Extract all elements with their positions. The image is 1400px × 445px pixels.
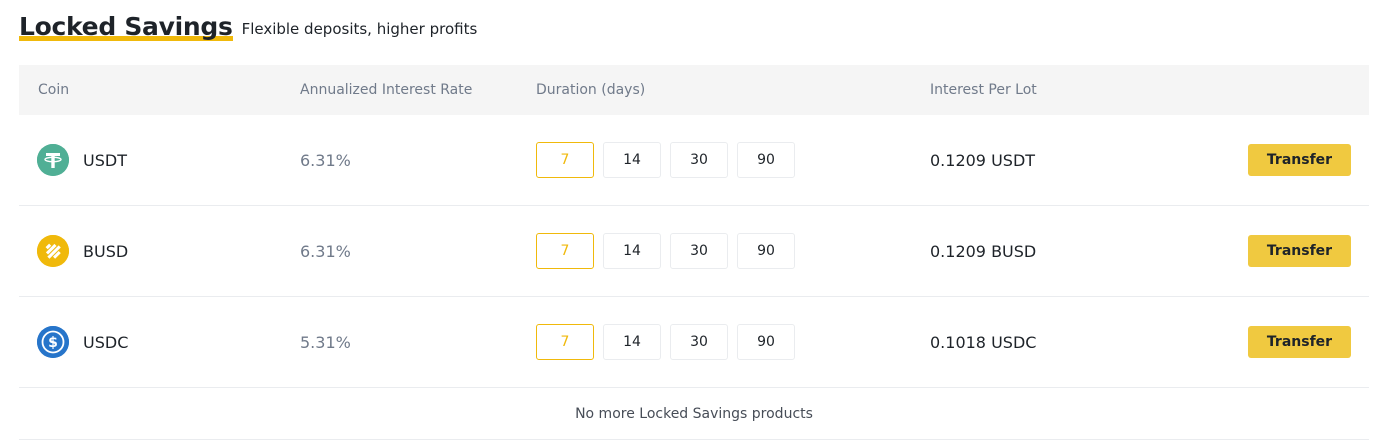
action-cell: Transfer xyxy=(1248,297,1351,387)
column-header-duration: Duration (days) xyxy=(536,82,646,98)
duration-option-90[interactable]: 90 xyxy=(737,233,795,269)
duration-option-30[interactable]: 30 xyxy=(670,142,728,178)
duration-option-30[interactable]: 30 xyxy=(670,324,728,360)
interest-per-lot: 0.1209 USDT xyxy=(930,150,1036,170)
table-row: USDT 6.31% 7 14 30 90 0.1209 USDT Transf… xyxy=(19,115,1369,206)
savings-table: Coin Annualized Interest Rate Duration (… xyxy=(19,65,1369,440)
busd-icon xyxy=(37,235,69,267)
transfer-button[interactable]: Transfer xyxy=(1248,144,1351,176)
coin-cell: USDT xyxy=(37,115,127,205)
interest-rate: 5.31% xyxy=(300,332,351,352)
transfer-button[interactable]: Transfer xyxy=(1248,235,1351,267)
duration-option-30[interactable]: 30 xyxy=(670,233,728,269)
column-header-coin: Coin xyxy=(38,82,70,98)
section-header: Locked Savings Flexible deposits, higher… xyxy=(19,8,477,42)
duration-option-14[interactable]: 14 xyxy=(603,324,661,360)
duration-option-7[interactable]: 7 xyxy=(536,324,594,360)
column-header-rate: Annualized Interest Rate xyxy=(300,82,473,98)
duration-options: 7 14 30 90 xyxy=(536,115,804,205)
page-subtitle: Flexible deposits, higher profits xyxy=(241,20,478,38)
duration-options: 7 14 30 90 xyxy=(536,206,804,296)
duration-option-14[interactable]: 14 xyxy=(603,142,661,178)
coin-name: USDT xyxy=(83,150,127,170)
duration-options: 7 14 30 90 xyxy=(536,297,804,387)
interest-per-lot: 0.1209 BUSD xyxy=(930,241,1037,261)
interest-rate: 6.31% xyxy=(300,150,351,170)
duration-option-14[interactable]: 14 xyxy=(603,233,661,269)
empty-state-message: No more Locked Savings products xyxy=(19,388,1369,440)
coin-cell: BUSD xyxy=(37,206,128,296)
coin-cell: $ USDC xyxy=(37,297,128,387)
coin-name: USDC xyxy=(83,332,129,352)
duration-option-90[interactable]: 90 xyxy=(737,324,795,360)
column-header-interest: Interest Per Lot xyxy=(930,82,1037,98)
table-row: $ USDC 5.31% 7 14 30 90 0.1018 USDC Tran… xyxy=(19,297,1369,388)
svg-text:$: $ xyxy=(48,335,58,351)
duration-option-7[interactable]: 7 xyxy=(536,233,594,269)
usdc-icon: $ xyxy=(37,326,69,358)
transfer-button[interactable]: Transfer xyxy=(1248,326,1351,358)
table-row: BUSD 6.31% 7 14 30 90 0.1209 BUSD Transf… xyxy=(19,206,1369,297)
interest-rate: 6.31% xyxy=(300,241,351,261)
action-cell: Transfer xyxy=(1248,206,1351,296)
page-title: Locked Savings xyxy=(19,12,233,41)
coin-name: BUSD xyxy=(83,241,129,261)
duration-option-7[interactable]: 7 xyxy=(536,142,594,178)
tether-icon xyxy=(37,144,69,176)
title-wrap: Locked Savings xyxy=(19,12,233,42)
duration-option-90[interactable]: 90 xyxy=(737,142,795,178)
table-header: Coin Annualized Interest Rate Duration (… xyxy=(19,65,1369,115)
interest-per-lot: 0.1018 USDC xyxy=(930,332,1037,352)
action-cell: Transfer xyxy=(1248,115,1351,205)
